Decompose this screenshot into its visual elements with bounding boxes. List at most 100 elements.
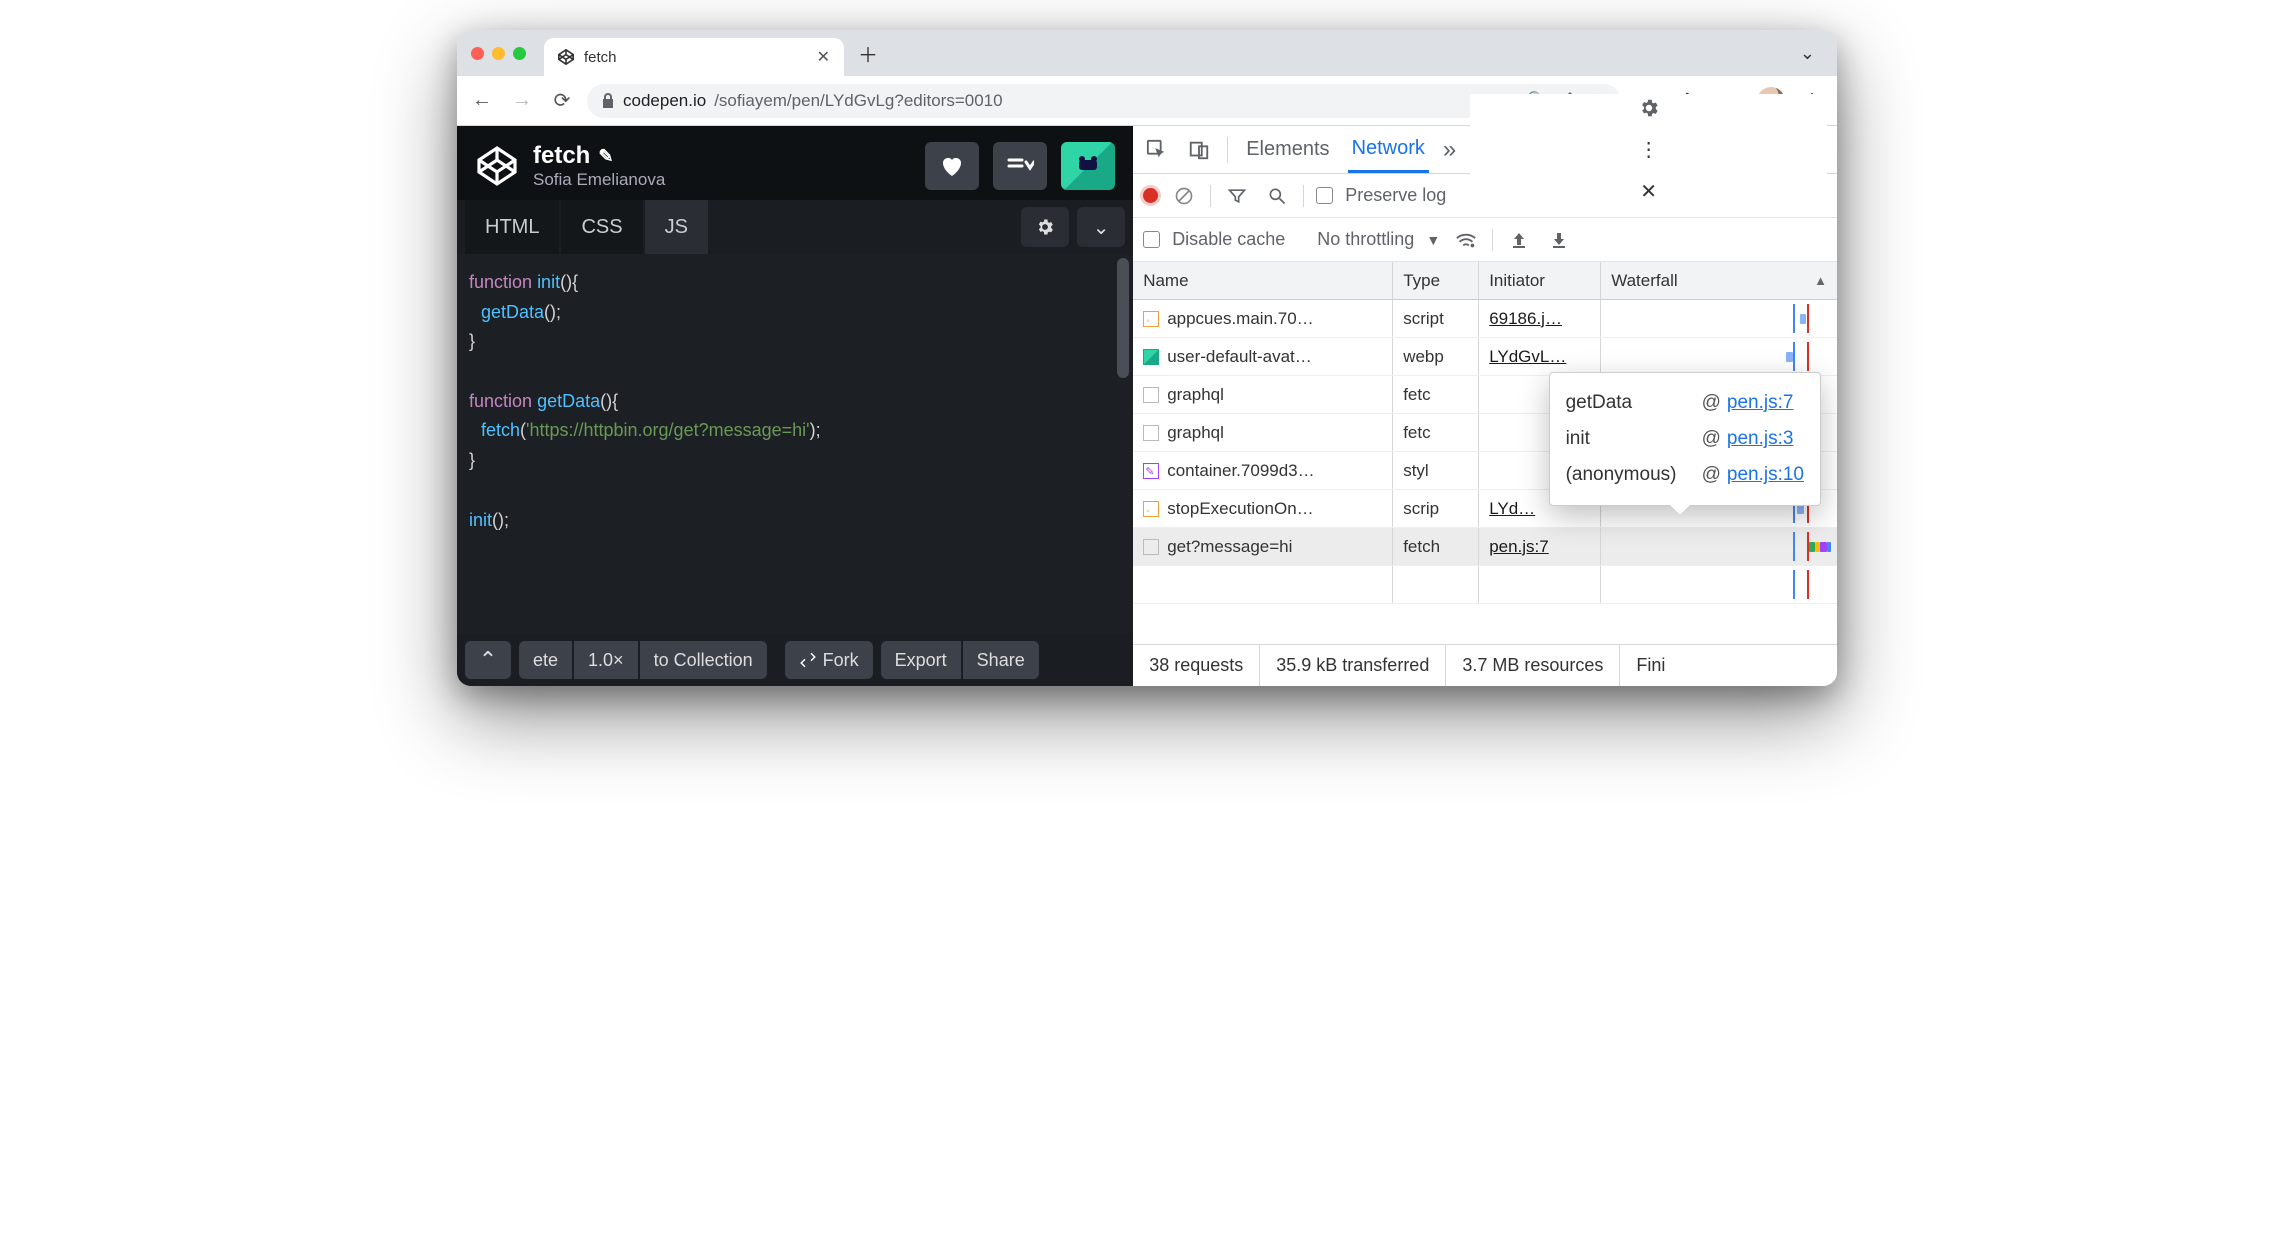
devtools-settings-icon[interactable] (1635, 94, 1663, 122)
url-path: /sofiayem/pen/LYdGvLg?editors=0010 (714, 91, 1002, 111)
url-host: codepen.io (623, 91, 706, 111)
stack-frame-link[interactable]: pen.js:10 (1727, 457, 1804, 493)
chevron-down-icon[interactable]: ▼ (1426, 232, 1440, 248)
new-tab-button[interactable]: ＋ (854, 39, 882, 67)
user-avatar[interactable] (1061, 142, 1115, 190)
export-button[interactable]: Export (881, 641, 961, 679)
editor-settings-icon[interactable] (1021, 207, 1069, 247)
tab-title: fetch (584, 49, 617, 66)
request-type: styl (1393, 452, 1479, 489)
tab-js[interactable]: JS (645, 200, 708, 254)
upload-har-icon[interactable] (1505, 226, 1533, 254)
stack-frame-link[interactable]: pen.js:3 (1727, 421, 1794, 457)
request-name: user-default-avat… (1167, 347, 1312, 367)
tab-html[interactable]: HTML (465, 200, 559, 254)
download-har-icon[interactable] (1545, 226, 1573, 254)
close-window-icon[interactable] (471, 47, 484, 60)
request-initiator[interactable]: pen.js:7 (1489, 537, 1549, 557)
request-initiator[interactable]: 69186.j… (1489, 309, 1562, 329)
browser-window: fetch ✕ ＋ ⌄ ← → ⟳ codepen.io/sofiayem/pe… (457, 30, 1837, 686)
devtools-tabs: Elements Network » ⋮ ✕ (1133, 126, 1837, 174)
disable-cache-checkbox[interactable] (1143, 231, 1160, 248)
devtools-menu-icon[interactable]: ⋮ (1635, 136, 1663, 164)
request-initiator[interactable]: LYd… (1489, 499, 1535, 519)
tabs-more-icon[interactable]: » (1443, 136, 1456, 164)
file-type-icon (1143, 501, 1159, 517)
network-status-bar: 38 requests 35.9 kB transferred 3.7 MB r… (1133, 644, 1837, 686)
code-editor[interactable]: function init(){ getData(); } function g… (457, 254, 1133, 634)
layout-button[interactable] (993, 142, 1047, 190)
devtools-pane: Elements Network » ⋮ ✕ (1133, 126, 1837, 686)
device-toggle-icon[interactable] (1185, 136, 1213, 164)
stack-frame-name: init (1566, 421, 1696, 457)
editor-collapse-icon[interactable]: ⌄ (1077, 207, 1125, 247)
editor-tabs: HTML CSS JS ⌄ (457, 200, 1133, 254)
request-type: script (1393, 300, 1479, 337)
tabs-overflow-icon[interactable]: ⌄ (1792, 43, 1823, 64)
filter-icon[interactable] (1223, 182, 1251, 210)
inspect-icon[interactable] (1143, 136, 1171, 164)
status-resources: 3.7 MB resources (1446, 645, 1620, 686)
tab-elements[interactable]: Elements (1242, 128, 1333, 171)
fork-button[interactable]: Fork (785, 641, 873, 679)
clear-icon[interactable] (1170, 182, 1198, 210)
request-waterfall (1601, 338, 1837, 375)
codepen-footer: ⌃ ete 1.0× to Collection Fork Export Sha… (457, 634, 1133, 686)
col-waterfall[interactable]: Waterfall▲ (1601, 262, 1837, 299)
preserve-log-checkbox[interactable] (1316, 187, 1333, 204)
table-row[interactable]: appcues.main.70…script69186.j… (1133, 300, 1837, 338)
content: fetch ✎ Sofia Emelianova HTML CSS JS (457, 126, 1837, 686)
col-initiator[interactable]: Initiator (1479, 262, 1601, 299)
love-button[interactable] (925, 142, 979, 190)
at-symbol: @ (1702, 457, 1721, 493)
request-type: fetc (1393, 414, 1479, 451)
request-type: scrip (1393, 490, 1479, 527)
stack-frame-link[interactable]: pen.js:7 (1727, 385, 1794, 421)
reload-button[interactable]: ⟳ (547, 86, 577, 116)
request-type: fetc (1393, 376, 1479, 413)
zoom-level[interactable]: 1.0× (574, 641, 638, 679)
disable-cache-label: Disable cache (1172, 229, 1285, 250)
status-transferred: 35.9 kB transferred (1260, 645, 1446, 686)
console-toggle-icon[interactable]: ⌃ (465, 641, 511, 679)
stack-frame-name: (anonymous) (1566, 457, 1696, 493)
file-type-icon (1143, 349, 1159, 365)
col-type[interactable]: Type (1393, 262, 1479, 299)
tab-css[interactable]: CSS (561, 200, 642, 254)
address-field[interactable]: codepen.io/sofiayem/pen/LYdGvLg?editors=… (587, 84, 1621, 118)
browser-tab[interactable]: fetch ✕ (544, 38, 844, 76)
footer-partial[interactable]: ete (519, 641, 572, 679)
minimize-window-icon[interactable] (492, 47, 505, 60)
table-row[interactable]: get?message=hifetchpen.js:7 (1133, 528, 1837, 566)
throttling-select[interactable]: No throttling (1317, 229, 1414, 250)
record-icon[interactable] (1143, 188, 1158, 203)
table-header: Name Type Initiator Waterfall▲ (1133, 262, 1837, 300)
tab-network[interactable]: Network (1348, 127, 1429, 173)
col-name[interactable]: Name (1133, 262, 1393, 299)
stack-frame-name: getData (1566, 385, 1696, 421)
codepen-logo-icon[interactable] (475, 144, 519, 188)
status-tail: Fini (1620, 645, 1681, 686)
edit-title-icon[interactable]: ✎ (598, 146, 613, 167)
request-initiator[interactable]: LYdGvL… (1489, 347, 1566, 367)
request-name: get?message=hi (1167, 537, 1292, 557)
request-type: webp (1393, 338, 1479, 375)
close-tab-icon[interactable]: ✕ (817, 47, 830, 67)
throttling-wifi-icon[interactable] (1452, 226, 1480, 254)
fullscreen-window-icon[interactable] (513, 47, 526, 60)
table-row[interactable]: user-default-avat… webp LYdGvL… (1133, 338, 1837, 376)
request-name: graphql (1167, 423, 1224, 443)
network-options: Disable cache No throttling ▼ (1133, 218, 1837, 262)
back-button[interactable]: ← (467, 86, 497, 116)
editor-scrollbar[interactable] (1117, 258, 1129, 378)
file-type-icon (1143, 387, 1159, 403)
search-icon[interactable] (1263, 182, 1291, 210)
request-name: stopExecutionOn… (1167, 499, 1313, 519)
tabstrip: fetch ✕ ＋ ⌄ (457, 30, 1837, 76)
request-name: container.7099d3… (1167, 461, 1314, 481)
file-type-icon (1143, 463, 1159, 479)
add-to-collection-button[interactable]: to Collection (640, 641, 767, 679)
devtools-close-icon[interactable]: ✕ (1635, 178, 1663, 206)
file-type-icon (1143, 425, 1159, 441)
share-button[interactable]: Share (963, 641, 1039, 679)
